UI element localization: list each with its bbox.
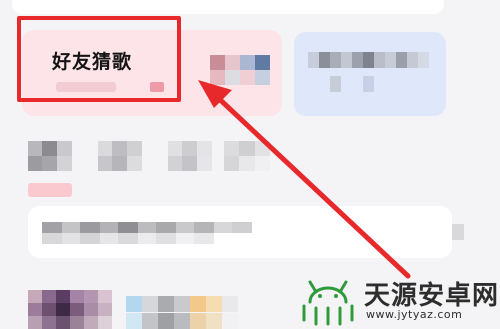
bottom-thumb-1-blurred[interactable] [28, 290, 112, 329]
shortcut-icon-4-blurred[interactable] [224, 141, 270, 171]
top-card-edge [12, 0, 444, 14]
bottom-thumb-2-blurred[interactable] [126, 296, 238, 329]
shortcut-icon-1-blurred[interactable] [28, 141, 72, 171]
android-robot-icon [302, 280, 354, 326]
secondary-card-content-blurred [308, 52, 440, 100]
highlight-box [17, 16, 181, 102]
shortcut-icon-2-blurred[interactable] [98, 141, 142, 171]
shortcut-icon-3-blurred[interactable] [168, 141, 212, 171]
watermark-url: www.jytyaz.com [366, 308, 463, 321]
watermark-site-name: 天源安卓网 [364, 281, 500, 311]
pink-tag-blurred [28, 183, 72, 197]
featured-thumb-blurred [210, 55, 270, 85]
search-bar-right-icon-blurred[interactable] [452, 224, 464, 240]
search-bar-content-blurred [42, 222, 252, 244]
